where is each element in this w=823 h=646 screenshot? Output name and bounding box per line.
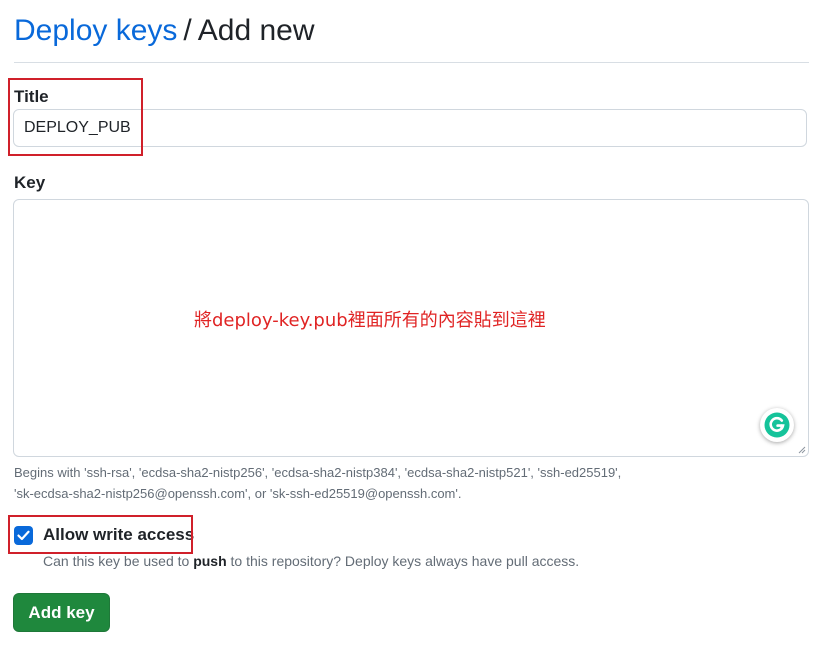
grammarly-icon[interactable] bbox=[760, 408, 794, 442]
allow-write-access-checkbox[interactable]: Allow write access bbox=[14, 524, 194, 546]
resize-grip-icon[interactable] bbox=[798, 446, 806, 454]
key-label: Key bbox=[14, 173, 46, 192]
page-title: Deploy keys / Add new bbox=[14, 12, 809, 50]
key-format-hint-line2: 'sk-ecdsa-sha2-nistp256@openssh.com', or… bbox=[14, 486, 462, 501]
key-textarea[interactable] bbox=[14, 200, 808, 456]
add-key-button[interactable]: Add key bbox=[13, 593, 110, 632]
key-format-hint: Begins with 'ssh-rsa', 'ecdsa-sha2-nistp… bbox=[14, 462, 804, 504]
write-access-note-suffix: to this repository? Deploy keys always h… bbox=[226, 553, 580, 569]
key-format-hint-line1: Begins with 'ssh-rsa', 'ecdsa-sha2-nistp… bbox=[14, 465, 622, 480]
page: Deploy keys/Add new Title Key 將deploy-ke… bbox=[0, 0, 823, 646]
title-input[interactable] bbox=[13, 109, 807, 147]
write-access-note-bold: push bbox=[193, 553, 227, 569]
title-label: Title bbox=[14, 87, 49, 106]
key-field: 將deploy-key.pub裡面所有的內容貼到這裡 bbox=[13, 199, 809, 457]
breadcrumb-deploy-keys-link[interactable]: Deploy keys bbox=[14, 14, 177, 47]
write-access-note-prefix: Can this key be used to bbox=[43, 553, 194, 569]
breadcrumb-separator: / bbox=[183, 14, 192, 47]
page-header: Deploy keys / Add new bbox=[14, 12, 809, 63]
checkmark-icon[interactable] bbox=[14, 525, 33, 545]
write-access-note: Can this key be used to push to this rep… bbox=[43, 553, 579, 569]
allow-write-access-label[interactable]: Allow write access bbox=[43, 525, 194, 545]
breadcrumb-current: Add new bbox=[197, 14, 315, 47]
